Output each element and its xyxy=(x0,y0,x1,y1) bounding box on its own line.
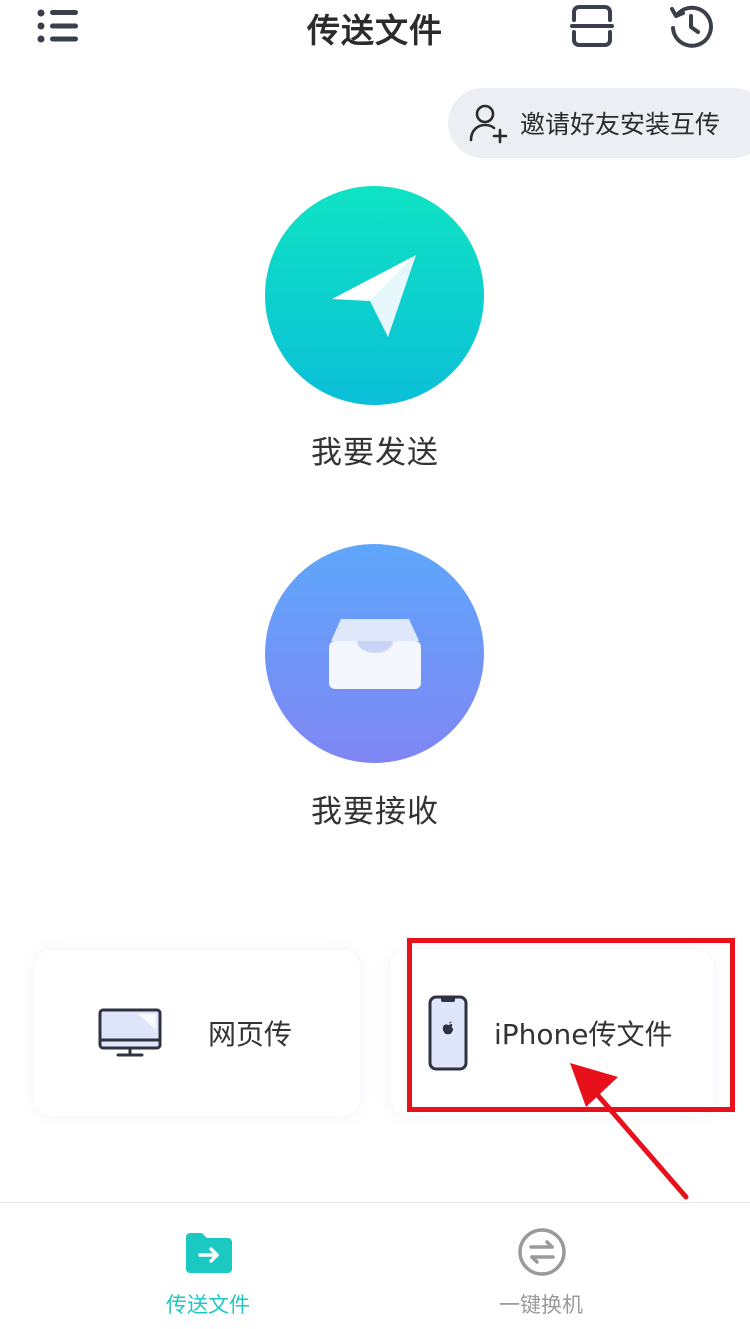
scan-button[interactable] xyxy=(570,4,614,48)
paper-plane-icon xyxy=(331,254,416,337)
receive-label: 我要接收 xyxy=(311,794,439,830)
web-transfer-label: 网页传 xyxy=(208,1018,293,1051)
arrow-annotation-icon xyxy=(570,1063,689,1200)
nav-transfer-files-label: 传送文件 xyxy=(166,1293,250,1317)
send-label: 我要发送 xyxy=(311,435,439,471)
nav-one-click-switch[interactable]: 一键换机 xyxy=(441,1203,641,1329)
receive-button[interactable] xyxy=(265,544,484,763)
web-transfer-card[interactable]: 网页传 xyxy=(34,950,360,1116)
folder-transfer-icon xyxy=(186,1233,232,1273)
bottom-navigation: 传送文件 一键换机 xyxy=(0,1202,750,1329)
history-icon xyxy=(670,5,713,48)
page-title: 传送文件 xyxy=(307,11,443,50)
invite-label: 邀请好友安装互传 xyxy=(520,110,721,139)
add-user-icon xyxy=(469,104,508,144)
nav-transfer-files[interactable]: 传送文件 xyxy=(108,1203,308,1329)
history-button[interactable] xyxy=(668,3,714,49)
top-bar: 传送文件 xyxy=(0,0,750,60)
switch-icon xyxy=(518,1228,566,1276)
send-button[interactable] xyxy=(265,186,484,405)
inbox-tray-icon xyxy=(328,618,421,689)
monitor-icon xyxy=(98,1008,162,1057)
scan-icon xyxy=(570,5,614,47)
nav-one-click-switch-label: 一键换机 xyxy=(499,1293,583,1317)
invite-friends-button[interactable]: 邀请好友安装互传 xyxy=(448,88,750,158)
